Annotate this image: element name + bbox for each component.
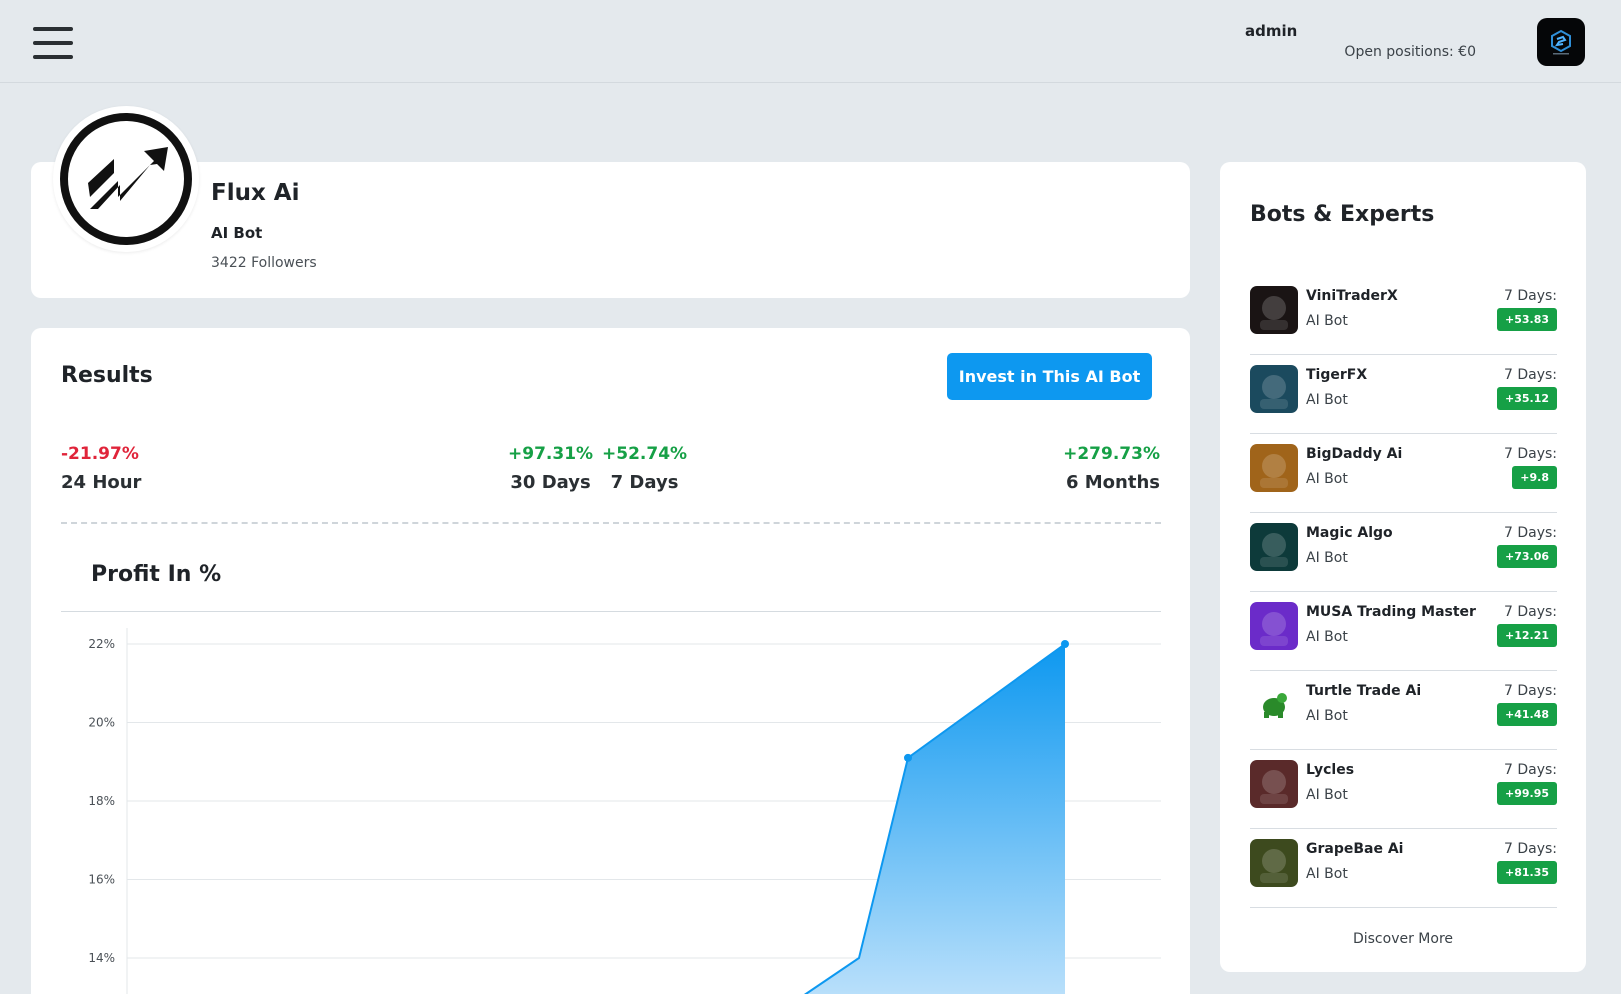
bot-list-item[interactable]: BigDaddy Ai AI Bot 7 Days: +9.8 [1250,434,1557,513]
bot-days-label: 7 Days: [1503,683,1557,699]
bot-type: AI Bot [1306,708,1348,724]
bot-type: AI Bot [1306,866,1348,882]
bot-avatar [1250,681,1298,729]
bot-change-badge: +81.35 [1496,861,1557,884]
bot-list: ViniTraderX AI Bot 7 Days: +53.83 TigerFX AI … [1250,276,1557,908]
bot-name: TigerFX [1306,367,1368,383]
brand-logo-icon[interactable] [1537,18,1585,66]
double-arrow-logo-icon [53,106,199,252]
bot-days-label: 7 Days: [1503,446,1557,462]
y-tick-label: 18% [88,794,115,808]
profile-card [31,162,1190,298]
bot-name: Turtle Trade Ai [1306,683,1422,699]
bot-avatar [1250,286,1298,334]
top-bar: admin Open positions: €0 [0,0,1621,83]
bot-name: ViniTraderX [1306,288,1398,304]
bot-change-badge: +41.48 [1496,703,1557,726]
bot-list-item[interactable]: TigerFX AI Bot 7 Days: +35.12 [1250,355,1557,434]
bot-type: AI Bot [1306,629,1348,645]
bot-change-badge: +73.06 [1496,545,1557,568]
bot-list-item[interactable]: MUSA Trading Master AI Bot 7 Days: +12.21 [1250,592,1557,671]
user-name: admin [1245,22,1298,40]
y-tick-label: 16% [88,873,115,887]
bot-days-label: 7 Days: [1503,762,1557,778]
bot-days-label: 7 Days: [1503,288,1557,304]
data-point[interactable] [904,753,912,762]
bot-list-item[interactable]: ViniTraderX AI Bot 7 Days: +53.83 [1250,276,1557,355]
y-tick-label: 22% [88,637,115,651]
bot-avatar [1250,365,1298,413]
hamburger-menu-icon[interactable] [33,27,73,59]
y-tick-label: 14% [88,951,115,965]
results-card: Results Invest in This AI Bot -21.97% 24… [31,328,1190,994]
bot-avatar [1250,602,1298,650]
bot-days-label: 7 Days: [1503,367,1557,383]
bot-type: AI Bot [1306,787,1348,803]
bot-days-label: 7 Days: [1503,604,1557,620]
bot-name: BigDaddy Ai [1306,446,1403,462]
discover-more-link[interactable]: Discover More [1220,931,1586,947]
bot-type: AI Bot [1306,471,1348,487]
bot-list-item[interactable]: Magic Algo AI Bot 7 Days: +73.06 [1250,513,1557,592]
profit-chart: 22% 20% 18% 16% 14% [88,628,1161,994]
profile-name: Flux Ai [211,180,300,206]
sidebar-title: Bots & Experts [1250,202,1435,227]
profile-followers: 3422 Followers [211,255,317,271]
profile-type: AI Bot [211,224,263,242]
data-point[interactable] [1061,640,1069,648]
bot-avatar [1250,523,1298,571]
bot-name: GrapeBae Ai [1306,841,1404,857]
bot-change-badge: +53.83 [1496,308,1557,331]
bot-change-badge: +99.95 [1496,782,1557,805]
bot-name: MUSA Trading Master [1306,604,1476,620]
bot-list-item[interactable]: Turtle Trade Ai AI Bot 7 Days: +41.48 [1250,671,1557,750]
bot-avatar [1250,760,1298,808]
bot-avatar [1250,839,1298,887]
bot-days-label: 7 Days: [1503,841,1557,857]
bot-list-item[interactable]: GrapeBae Ai AI Bot 7 Days: +81.35 [1250,829,1557,908]
area-fill [805,644,1065,994]
bot-type: AI Bot [1306,313,1348,329]
bot-type: AI Bot [1306,550,1348,566]
bot-type: AI Bot [1306,392,1348,408]
bots-experts-card: Bots & Experts ViniTraderX AI Bot 7 Days: +… [1220,162,1586,972]
bot-change-badge: +35.12 [1496,387,1557,410]
bot-change-badge: +12.21 [1496,624,1557,647]
open-positions: Open positions: €0 [1344,44,1476,60]
bot-list-item[interactable]: Lycles AI Bot 7 Days: +99.95 [1250,750,1557,829]
bot-change-badge: +9.8 [1512,466,1557,489]
bot-name: Lycles [1306,762,1355,778]
bot-name: Magic Algo [1306,525,1393,541]
y-tick-label: 20% [88,716,115,730]
bot-days-label: 7 Days: [1503,525,1557,541]
bot-avatar [1250,444,1298,492]
